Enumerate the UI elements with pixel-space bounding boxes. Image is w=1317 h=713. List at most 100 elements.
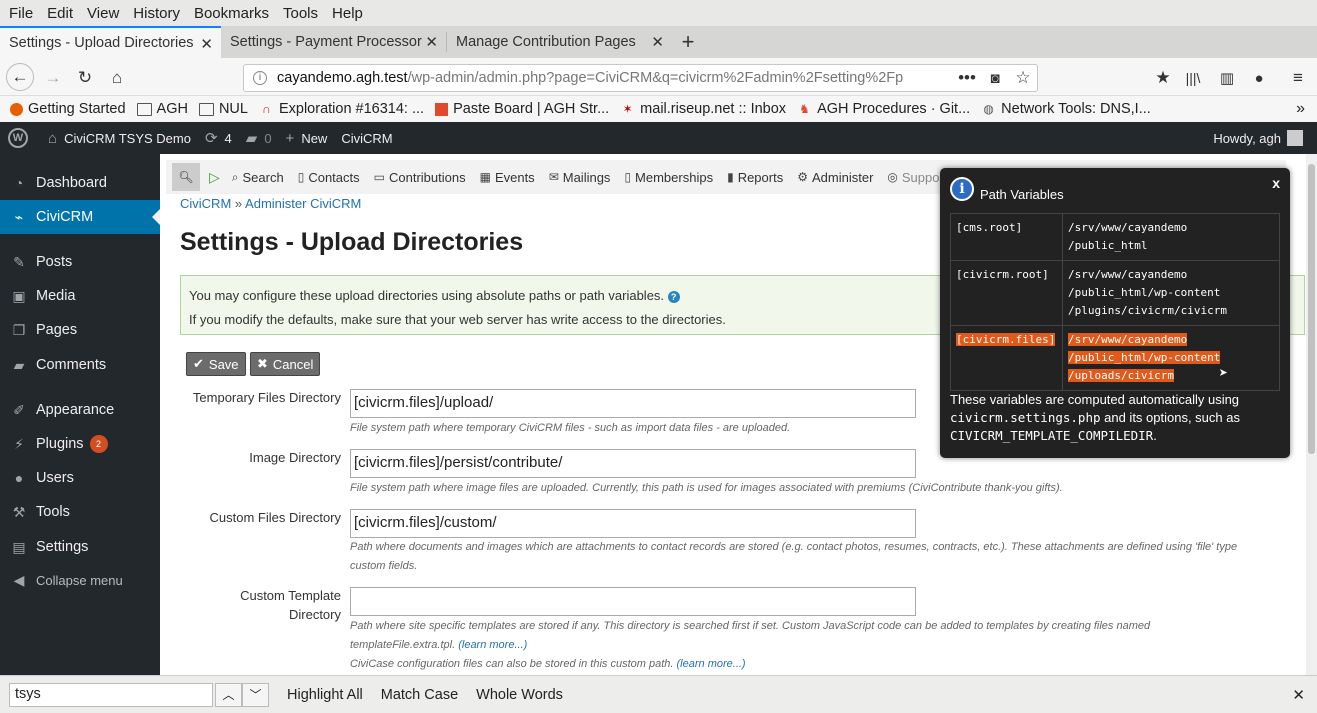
civinav-administer[interactable]: ⚙ Administer	[797, 170, 873, 185]
civinav-memberships[interactable]: ▯ Memberships	[624, 170, 713, 185]
civinav-events[interactable]: ▦ Events	[480, 170, 535, 185]
menu-bookmarks[interactable]: Bookmarks	[187, 5, 276, 22]
bookmark-network-tools[interactable]: ◍ Network Tools: DNS,I...	[981, 101, 1150, 117]
image-directory-input[interactable]: [civicrm.files]/persist/contribute/	[350, 449, 916, 478]
bookmark-paste-board[interactable]: Paste Board | AGH Str...	[435, 101, 609, 117]
library-icon[interactable]: |||\	[1180, 65, 1206, 91]
back-button[interactable]: ←	[6, 63, 34, 91]
bookmark-exploration[interactable]: ∩ Exploration #16314: ...	[259, 101, 424, 117]
close-tab-icon[interactable]: ✕	[651, 33, 664, 51]
menu-history[interactable]: History	[126, 5, 187, 22]
close-find-bar-icon[interactable]: ✕	[1292, 686, 1305, 704]
sidebar-item-media[interactable]: ▣ Media	[0, 279, 160, 313]
find-next-button[interactable]: ﹀	[242, 682, 269, 707]
sidebar-item-pages[interactable]: ❐ Pages	[0, 313, 160, 347]
cancel-button[interactable]: ✖ Cancel	[250, 352, 321, 376]
more-bookmarks-icon[interactable]: »	[1296, 100, 1305, 118]
my-account-link[interactable]: Howdy, agh	[1213, 130, 1303, 146]
current-indicator	[152, 209, 160, 225]
custom-template-input[interactable]	[350, 587, 916, 616]
forward-button[interactable]: →	[40, 65, 66, 91]
menu-file[interactable]: File	[2, 5, 40, 22]
variable-value-line: /srv/www/cayandemo	[1068, 221, 1188, 234]
sidebar-item-comments[interactable]: ▰ Comments	[0, 348, 160, 382]
url-bar[interactable]: i cayandemo.agh.test/wp-admin/admin.php?…	[243, 64, 1038, 92]
calendar-icon: ▦	[479, 170, 491, 184]
sidebar-item-plugins[interactable]: ⚡ Plugins 2	[0, 427, 160, 461]
menu-help[interactable]: Help	[325, 5, 370, 22]
match-case-toggle[interactable]: Match Case	[381, 687, 458, 703]
scrollbar-thumb[interactable]	[1308, 164, 1315, 454]
whole-words-toggle[interactable]: Whole Words	[476, 687, 563, 703]
site-info-icon[interactable]: i	[253, 71, 267, 85]
custom-files-input[interactable]: [civicrm.files]/custom/	[350, 509, 916, 538]
hamburger-menu-icon[interactable]: ≡	[1285, 65, 1311, 91]
breadcrumb-civicrm[interactable]: CiviCRM	[180, 196, 231, 211]
help-question-icon[interactable]: ?	[667, 290, 680, 303]
learn-more-link[interactable]: (learn more...)	[458, 639, 527, 651]
civinav-contributions[interactable]: ▭ Contributions	[374, 170, 466, 185]
bookmark-riseup-mail[interactable]: ✶ mail.riseup.net :: Inbox	[620, 101, 786, 117]
bookmark-getting-started[interactable]: Getting Started	[10, 101, 126, 117]
civicrm-home-icon[interactable]: ▷	[209, 169, 220, 186]
sidebar-item-settings[interactable]: ▤ Settings	[0, 530, 160, 564]
comments-link[interactable]: ▰ 0	[246, 129, 272, 147]
account-icon[interactable]: ●	[1246, 65, 1272, 91]
updates-link[interactable]: ⟳ 4	[205, 129, 232, 147]
civicrm-quicksearch-button[interactable]: 🔍︎	[172, 163, 200, 191]
close-tab-icon[interactable]: ✕	[425, 33, 438, 51]
reload-button[interactable]: ↻	[72, 65, 98, 91]
sidebar-toggle-icon[interactable]: ▥	[1214, 65, 1240, 91]
civinav-label: Administer	[811, 169, 874, 185]
menu-tools[interactable]: Tools	[276, 5, 325, 22]
bookmark-folder-agh[interactable]: AGH	[136, 101, 188, 117]
civinav-mailings[interactable]: ✉ Mailings	[549, 170, 611, 185]
site-name-link[interactable]: ⌂ CiviCRM TSYS Demo	[48, 130, 191, 147]
collapse-menu-button[interactable]: ◀ Collapse menu	[0, 563, 160, 597]
info-icon: i	[950, 177, 974, 201]
sidebar-item-dashboard[interactable]: ◔ Dashboard	[0, 166, 160, 200]
starred-bookmarks-icon[interactable]: ★	[1150, 65, 1176, 91]
new-content-link[interactable]: + New	[286, 130, 328, 147]
tab-upload-directories[interactable]: Settings - Upload Directories ✕	[0, 26, 221, 58]
page-actions-icon[interactable]: •••	[954, 65, 980, 91]
civicrm-admin-link[interactable]: CiviCRM	[341, 131, 392, 146]
bookmark-agh-procedures[interactable]: ♞ AGH Procedures · Git...	[797, 101, 970, 117]
highlight-all-toggle[interactable]: Highlight All	[287, 687, 363, 703]
civinav-support[interactable]: ◎ Support	[887, 170, 947, 185]
find-previous-button[interactable]: ︿	[215, 682, 242, 707]
civinav-reports[interactable]: ▮ Reports	[727, 170, 783, 185]
breadcrumb-administer[interactable]: Administer CiviCRM	[245, 196, 361, 211]
sidebar-item-label: Media	[36, 288, 76, 304]
sidebar-item-posts[interactable]: ✎ Posts	[0, 245, 160, 279]
wordpress-logo-icon[interactable]: W	[8, 128, 28, 148]
menu-edit[interactable]: Edit	[40, 5, 80, 22]
civinav-contacts[interactable]: ▯ Contacts	[298, 170, 360, 185]
variable-key-text-selected: [civicrm.files]	[956, 333, 1056, 346]
civinav-search[interactable]: ⌕ Search	[232, 170, 284, 185]
save-button[interactable]: ✔ Save	[186, 352, 246, 376]
bookmark-folder-nul[interactable]: NUL	[198, 101, 248, 117]
sidebar-item-tools[interactable]: ⚒ Tools	[0, 495, 160, 529]
find-input[interactable]: tsys	[9, 682, 213, 707]
bookmark-star-icon[interactable]: ☆	[1010, 65, 1036, 91]
popup-title: Path Variables	[980, 187, 1064, 202]
close-tab-icon[interactable]: ✕	[200, 35, 213, 53]
page-scrollbar[interactable]	[1306, 154, 1317, 675]
pocket-icon[interactable]: ◙	[982, 65, 1008, 91]
close-icon[interactable]: x	[1272, 175, 1280, 191]
temporary-files-input[interactable]: [civicrm.files]/upload/	[350, 389, 916, 418]
tab-contribution-pages[interactable]: Manage Contribution Pages ✕	[447, 26, 672, 58]
sidebar-item-users[interactable]: ● Users	[0, 461, 160, 495]
home-button[interactable]: ⌂	[104, 65, 130, 91]
sidebar-item-label: Appearance	[36, 402, 115, 418]
tab-payment-processor[interactable]: Settings - Payment Processor ✕	[221, 26, 446, 58]
menu-view[interactable]: View	[80, 5, 126, 22]
chevron-up-icon: ︿	[222, 688, 235, 702]
sidebar-item-civicrm[interactable]: ⌁ CiviCRM	[0, 200, 160, 234]
popup-note-text: These variables are computed automatical…	[950, 392, 1240, 407]
sidebar-item-appearance[interactable]: ✐ Appearance	[0, 393, 160, 427]
comment-icon: ▰	[245, 130, 258, 147]
new-tab-button[interactable]: +	[672, 26, 704, 58]
learn-more-link[interactable]: (learn more...)	[677, 658, 746, 670]
